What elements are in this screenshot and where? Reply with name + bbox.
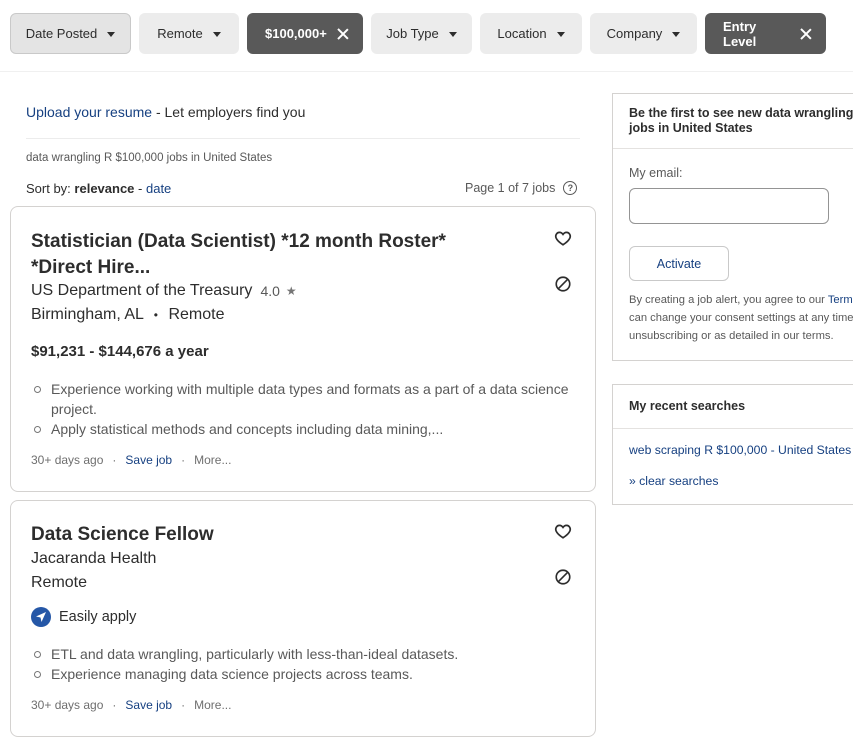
job-alert-panel: Be the first to see new data wrangling R… bbox=[612, 93, 853, 361]
star-icon: ★ bbox=[285, 284, 297, 298]
company-rating: 4.0 bbox=[260, 283, 280, 299]
job-title[interactable]: Statistician (Data Scientist) *12 month … bbox=[31, 229, 511, 281]
upload-resume-text: - Let employers find you bbox=[152, 104, 306, 120]
activate-button[interactable]: Activate bbox=[629, 246, 729, 281]
recent-search-link[interactable]: web scraping R $100,000 - United States bbox=[629, 443, 851, 457]
snippet-item: ETL and data wrangling, particularly wit… bbox=[31, 644, 571, 664]
company-name: US Department of the Treasury bbox=[31, 282, 253, 299]
caret-down-icon bbox=[212, 32, 221, 37]
not-interested-icon[interactable] bbox=[554, 275, 572, 293]
page-info: Page 1 of 7 jobs ? bbox=[465, 181, 578, 195]
filter-label: Location bbox=[497, 26, 547, 41]
job-location: Birmingham, AL • Remote bbox=[31, 306, 224, 324]
heart-icon[interactable] bbox=[554, 229, 572, 247]
filter-label: Entry Level bbox=[723, 18, 757, 49]
job-meta: 30+ days ago · Save job · More... bbox=[31, 698, 231, 712]
job-card[interactable]: Data Science Fellow Jacaranda Health Rem… bbox=[10, 500, 596, 737]
save-job-link[interactable]: Save job bbox=[125, 453, 172, 467]
sort-prefix: Sort by: bbox=[26, 181, 75, 196]
filter-bar: Date Posted Remote $100,000+ Job Type Lo… bbox=[0, 0, 853, 72]
location-separator: • bbox=[153, 308, 158, 322]
filter-remote[interactable]: Remote bbox=[139, 13, 239, 54]
filter-entry-level-applied[interactable]: Entry Level bbox=[705, 13, 826, 54]
divider bbox=[613, 148, 853, 149]
caret-down-icon bbox=[448, 32, 457, 37]
job-alert-heading: Be the first to see new data wrangling R… bbox=[629, 106, 853, 135]
snippet-item: Experience managing data science project… bbox=[31, 664, 571, 684]
more-link[interactable]: More... bbox=[194, 698, 231, 712]
filter-label: Company bbox=[606, 26, 663, 41]
filter-company[interactable]: Company bbox=[590, 13, 697, 54]
recent-searches-panel: My recent searches web scraping R $100,0… bbox=[612, 384, 853, 505]
not-interested-icon[interactable] bbox=[554, 568, 572, 586]
filter-label: $100,000+ bbox=[265, 26, 327, 41]
upload-resume-banner: Upload your resume - Let employers find … bbox=[26, 104, 305, 120]
caret-down-icon bbox=[672, 32, 681, 37]
job-meta: 30+ days ago · Save job · More... bbox=[31, 453, 231, 467]
upload-resume-link[interactable]: Upload your resume bbox=[26, 104, 152, 120]
caret-down-icon bbox=[556, 32, 565, 37]
page-count: Page 1 of 7 jobs bbox=[465, 181, 556, 195]
sort-separator: - bbox=[134, 181, 146, 196]
save-job-link[interactable]: Save job bbox=[125, 698, 172, 712]
sort-by: Sort by: relevance - date bbox=[26, 181, 171, 196]
search-query-summary: data wrangling R $100,000 jobs in United… bbox=[26, 152, 273, 164]
caret-down-icon bbox=[107, 32, 116, 37]
company-name: Jacaranda Health bbox=[31, 550, 157, 567]
separator: · bbox=[112, 698, 117, 712]
job-snippet: Experience working with multiple data ty… bbox=[31, 379, 571, 439]
filter-label: Job Type bbox=[386, 26, 439, 41]
divider bbox=[26, 138, 580, 139]
posted-date: 30+ days ago bbox=[31, 698, 104, 712]
clear-searches-link[interactable]: » clear searches bbox=[629, 474, 718, 488]
alert-terms: By creating a job alert, you agree to ou… bbox=[629, 291, 853, 345]
job-card[interactable]: Statistician (Data Scientist) *12 month … bbox=[10, 206, 596, 492]
company-line: US Department of the Treasury 4.0 ★ bbox=[31, 282, 297, 300]
filter-label: Date Posted bbox=[25, 26, 98, 41]
filter-job-type[interactable]: Job Type bbox=[371, 13, 472, 54]
email-field[interactable] bbox=[629, 188, 829, 224]
terms-text: By creating a job alert, you agree to ou… bbox=[629, 294, 828, 306]
location-text: Birmingham, AL bbox=[31, 306, 144, 323]
terms-text: can change your consent settings at any … bbox=[629, 312, 853, 324]
salary: $91,231 - $144,676 a year bbox=[31, 343, 209, 360]
filter-label: Remote bbox=[157, 26, 203, 41]
sort-by-date-link[interactable]: date bbox=[146, 181, 171, 196]
posted-date: 30+ days ago bbox=[31, 453, 104, 467]
separator: · bbox=[181, 698, 186, 712]
job-snippet: ETL and data wrangling, particularly wit… bbox=[31, 644, 571, 684]
terms-link[interactable]: Terms bbox=[828, 294, 853, 306]
snippet-item: Apply statistical methods and concepts i… bbox=[31, 419, 571, 439]
snippet-item: Experience working with multiple data ty… bbox=[31, 379, 571, 419]
separator: · bbox=[181, 453, 186, 467]
easy-apply-label: Easily apply bbox=[59, 609, 137, 625]
filter-location[interactable]: Location bbox=[480, 13, 582, 54]
separator: · bbox=[112, 453, 117, 467]
terms-text: unsubscribing or as detailed in our term… bbox=[629, 330, 834, 342]
sort-current: relevance bbox=[74, 181, 135, 196]
more-link[interactable]: More... bbox=[194, 453, 231, 467]
recent-searches-heading: My recent searches bbox=[629, 399, 746, 413]
filter-salary-applied[interactable]: $100,000+ bbox=[247, 13, 363, 54]
company-line: Jacaranda Health bbox=[31, 550, 156, 568]
filter-date-posted[interactable]: Date Posted bbox=[10, 13, 131, 54]
remote-text: Remote bbox=[168, 306, 225, 323]
email-label: My email: bbox=[629, 166, 683, 180]
send-icon bbox=[31, 607, 51, 627]
close-icon[interactable] bbox=[800, 28, 812, 40]
heart-icon[interactable] bbox=[554, 522, 572, 540]
job-location: Remote bbox=[31, 574, 88, 591]
help-icon[interactable]: ? bbox=[563, 181, 578, 195]
close-icon[interactable] bbox=[337, 28, 349, 40]
easy-apply-badge: Easily apply bbox=[31, 607, 136, 627]
job-title[interactable]: Data Science Fellow bbox=[31, 522, 511, 548]
divider bbox=[613, 428, 853, 429]
